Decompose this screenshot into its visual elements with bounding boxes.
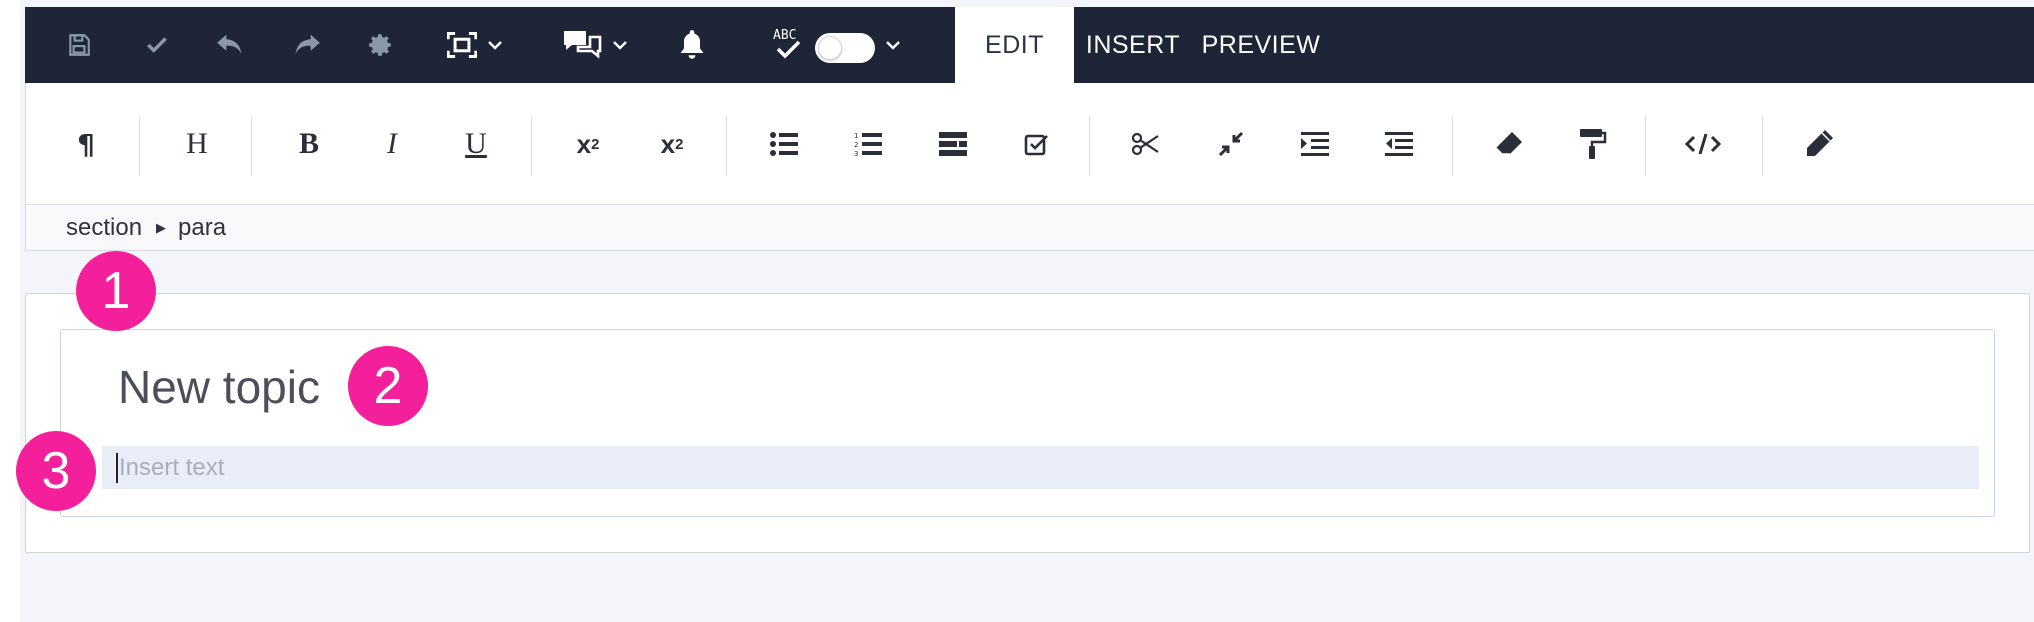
subscript-base: x: [660, 128, 676, 159]
divider: [139, 116, 140, 176]
callout-marker-2: 2: [348, 346, 428, 426]
text-cursor: [116, 452, 118, 483]
underline-button[interactable]: U: [446, 83, 506, 205]
bell-icon[interactable]: [670, 7, 714, 83]
scissors-icon[interactable]: [1116, 83, 1176, 205]
chevron-down-icon[interactable]: [880, 7, 906, 83]
redo-icon[interactable]: [284, 7, 328, 83]
tab-insert[interactable]: INSERT: [1074, 7, 1192, 83]
check-icon[interactable]: [135, 7, 179, 83]
indent-icon[interactable]: [1285, 83, 1345, 205]
paragraph-field[interactable]: Insert text: [102, 446, 1979, 489]
subscript-button[interactable]: x2: [642, 83, 702, 205]
divider: [251, 116, 252, 176]
eraser-icon[interactable]: [1479, 83, 1539, 205]
superscript-exp: 2: [591, 135, 600, 153]
comments-icon: [564, 31, 602, 59]
svg-text:1: 1: [854, 132, 858, 140]
outdent-icon[interactable]: [1369, 83, 1429, 205]
caret-right-icon: ▶: [156, 219, 167, 235]
svg-text:3: 3: [854, 150, 858, 157]
breadcrumb-item-para[interactable]: para: [178, 214, 226, 242]
definition-list-icon[interactable]: [923, 83, 983, 205]
divider: [1089, 116, 1090, 176]
divider: [1452, 116, 1453, 176]
superscript-base: x: [576, 128, 592, 159]
paint-roller-icon[interactable]: [1563, 83, 1623, 205]
bold-button[interactable]: B: [279, 83, 339, 205]
divider: [1762, 116, 1763, 176]
tab-edit[interactable]: EDIT: [955, 7, 1074, 83]
heading-button[interactable]: H: [167, 83, 227, 205]
topic-title[interactable]: New topic: [118, 360, 320, 414]
spellcheck-toggle[interactable]: [815, 33, 875, 63]
checklist-icon[interactable]: [1007, 83, 1067, 205]
toggle-knob: [818, 36, 842, 60]
spellcheck-icon[interactable]: ABC: [765, 7, 813, 83]
italic-button[interactable]: I: [362, 83, 422, 205]
format-toolbar: ¶ H B I U x2 x2 123: [25, 83, 2034, 205]
pencil-icon[interactable]: [1789, 83, 1849, 205]
undo-icon[interactable]: [209, 7, 253, 83]
divider: [726, 116, 727, 176]
paragraph-button[interactable]: ¶: [56, 83, 116, 205]
chevron-down-icon: [488, 41, 502, 50]
divider: [1645, 116, 1646, 176]
code-icon[interactable]: [1673, 83, 1733, 205]
numbered-list-icon[interactable]: 123: [838, 83, 898, 205]
collapse-icon[interactable]: [1201, 83, 1261, 205]
top-toolbar: ABC EDIT INSERT PREVIEW: [25, 7, 2034, 83]
fullscreen-dropdown[interactable]: [440, 7, 510, 83]
breadcrumb: section ▶ para: [25, 205, 2034, 251]
breadcrumb-item-section[interactable]: section: [66, 214, 142, 242]
tab-preview[interactable]: PREVIEW: [1192, 7, 1330, 83]
callout-marker-3: 3: [16, 431, 96, 511]
comments-dropdown[interactable]: [555, 7, 635, 83]
gear-icon[interactable]: [359, 7, 403, 83]
save-icon[interactable]: [57, 7, 101, 83]
fullscreen-icon: [447, 32, 477, 58]
paragraph-placeholder: Insert text: [119, 453, 225, 481]
subscript-exp: 2: [675, 135, 684, 153]
chevron-down-icon: [613, 41, 627, 50]
callout-marker-1: 1: [76, 251, 156, 331]
superscript-button[interactable]: x2: [558, 83, 618, 205]
svg-text:ABC: ABC: [773, 28, 796, 43]
svg-text:2: 2: [854, 141, 858, 149]
bullet-list-icon[interactable]: [754, 83, 814, 205]
divider: [531, 116, 532, 176]
